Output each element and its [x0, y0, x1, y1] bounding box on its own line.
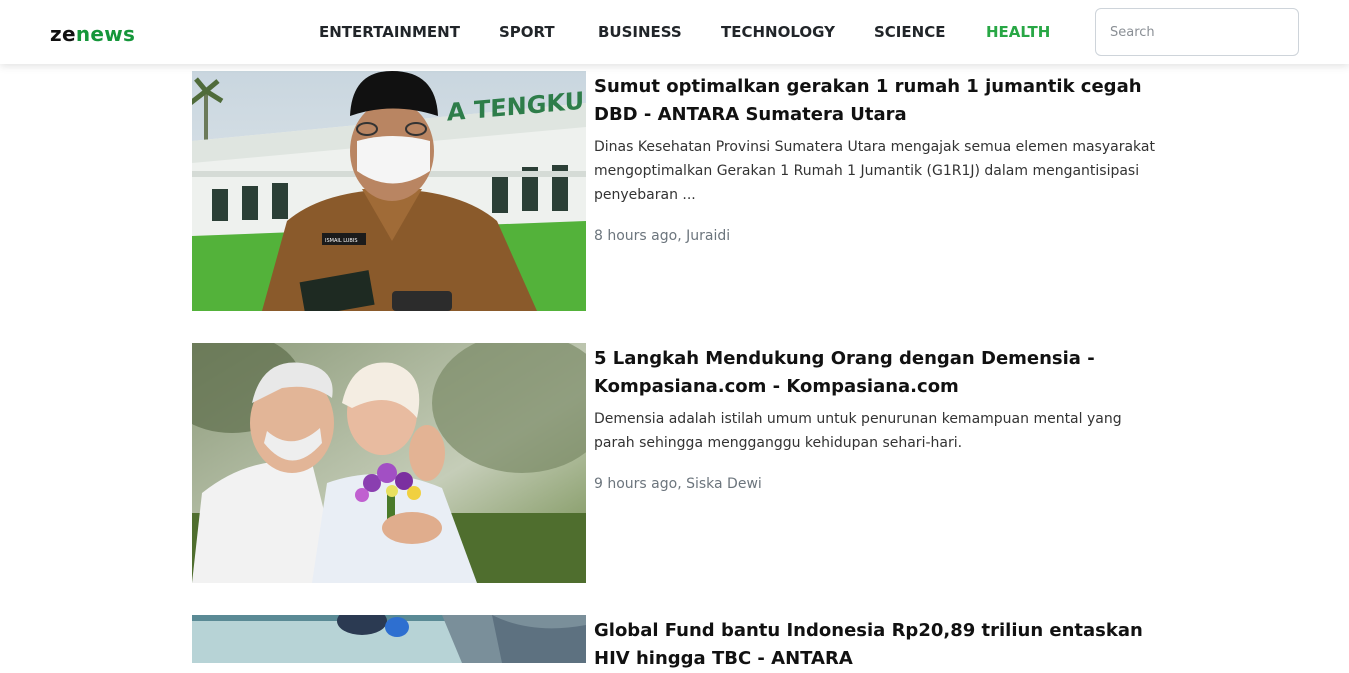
nav-item-science[interactable]: SCIENCE [874, 22, 945, 42]
logo-text-part1: ze [50, 22, 76, 46]
nav-item-technology[interactable]: TECHNOLOGY [721, 22, 835, 42]
article-title[interactable]: Sumut optimalkan gerakan 1 rumah 1 juman… [594, 73, 1164, 129]
site-logo[interactable]: zenews [50, 22, 135, 46]
nav-item-business[interactable]: BUSINESS [598, 22, 682, 42]
nav-item-health[interactable]: HEALTH [986, 22, 1050, 42]
article-description: Demensia adalah istilah umum untuk penur… [594, 411, 1122, 451]
article-text: 5 Langkah Mendukung Orang dengan Demensi… [594, 345, 1164, 495]
article-text: Sumut optimalkan gerakan 1 rumah 1 juman… [594, 73, 1164, 247]
article-thumbnail[interactable] [192, 343, 586, 583]
search-input[interactable] [1095, 8, 1299, 56]
name-tag-text: ISMAIL LUBIS [325, 238, 358, 244]
photo-elderly-couple-with-flowers [192, 343, 586, 583]
photo-official-in-uniform-wearing-mask: A TENGKU R ISMAIL LUBIS [192, 71, 586, 311]
article-card: Global Fund bantu Indonesia Rp20,89 tril… [192, 615, 1172, 669]
article-meta: 9 hours ago, Siska Dewi [594, 476, 762, 492]
article-text: Global Fund bantu Indonesia Rp20,89 tril… [594, 617, 1164, 673]
photo-health-worker [192, 615, 586, 663]
nav-item-sport[interactable]: SPORT [499, 22, 555, 42]
navbar: zenews ENTERTAINMENT SPORT BUSINESS TECH… [0, 0, 1349, 64]
article-description: Dinas Kesehatan Provinsi Sumatera Utara … [594, 139, 1155, 203]
logo-text-part2: news [75, 22, 136, 46]
article-meta: 8 hours ago, Juraidi [594, 228, 731, 244]
article-thumbnail[interactable]: A TENGKU R ISMAIL LUBIS [192, 71, 586, 311]
article-card: A TENGKU R ISMAIL LUBIS Su [192, 71, 1172, 311]
article-card: 5 Langkah Mendukung Orang dengan Demensi… [192, 343, 1172, 583]
article-thumbnail[interactable] [192, 615, 586, 663]
article-title[interactable]: Global Fund bantu Indonesia Rp20,89 tril… [594, 617, 1164, 673]
nav-item-entertainment[interactable]: ENTERTAINMENT [319, 22, 460, 42]
article-title[interactable]: 5 Langkah Mendukung Orang dengan Demensi… [594, 345, 1164, 401]
